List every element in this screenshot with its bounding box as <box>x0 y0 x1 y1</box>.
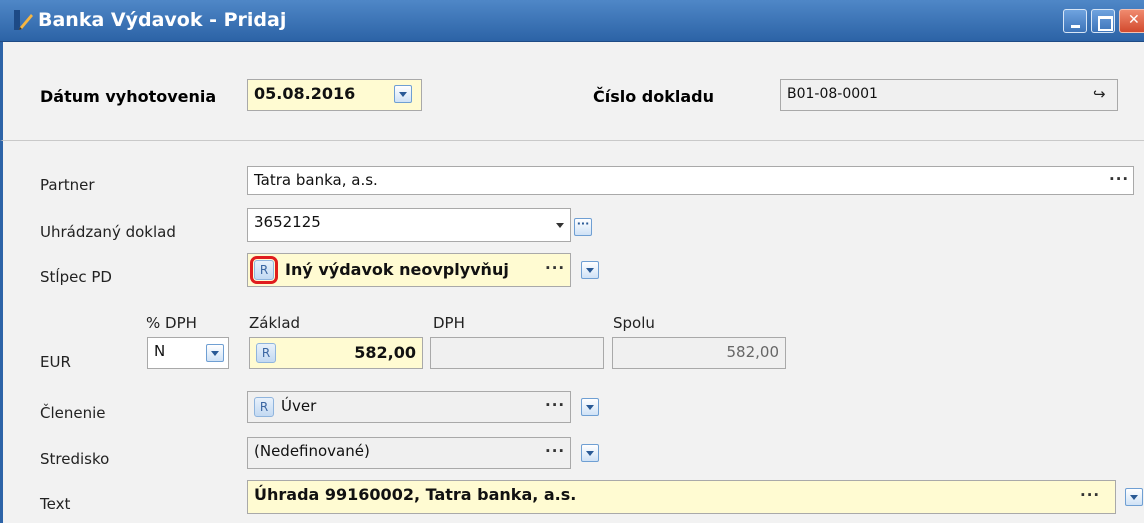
paid-doc-browse-button[interactable]: ··· <box>574 218 592 236</box>
ellipsis-icon[interactable]: ··· <box>545 259 565 277</box>
center-label: Stredisko <box>40 450 110 468</box>
header-panel: Dátum vyhotovenia 05.08.2016 Číslo dokla… <box>0 42 1144 141</box>
pd-column-dropdown-icon[interactable] <box>581 261 599 279</box>
vat-pct-label: % DPH <box>146 314 197 332</box>
division-dropdown-icon[interactable] <box>581 398 599 416</box>
text-dropdown-icon[interactable] <box>1125 488 1143 506</box>
division-field[interactable]: R Úver ··· <box>247 391 571 423</box>
minimize-icon[interactable] <box>1063 9 1087 33</box>
text-label: Text <box>40 495 71 513</box>
vat-label: DPH <box>433 314 465 332</box>
title-bar: Banka Výdavok - Pridaj <box>0 0 1144 42</box>
ellipsis-icon[interactable]: ··· <box>545 442 565 460</box>
division-label: Členenie <box>40 404 106 422</box>
base-field[interactable]: R 582,00 <box>249 337 423 369</box>
paid-doc-field[interactable]: 3652125 <box>247 208 571 242</box>
form-area: Partner Tatra banka, a.s. ··· Uhrádzaný … <box>0 141 1144 523</box>
date-label: Dátum vyhotovenia <box>40 87 217 106</box>
base-label: Základ <box>249 314 301 332</box>
vat-field[interactable] <box>430 337 604 369</box>
center-dropdown-icon[interactable] <box>581 444 599 462</box>
currency-label: EUR <box>40 353 71 371</box>
pd-column-r-button[interactable]: R <box>250 256 278 284</box>
date-field[interactable]: 05.08.2016 <box>247 79 422 111</box>
center-field[interactable]: (Nedefinované) ··· <box>247 437 571 469</box>
total-label: Spolu <box>613 314 655 332</box>
partner-field[interactable]: Tatra banka, a.s. ··· <box>247 166 1134 195</box>
pencil-icon <box>14 10 33 30</box>
doc-number-label: Číslo dokladu <box>593 87 715 106</box>
pd-column-label: Stĺpec PD <box>40 268 112 286</box>
dropdown-arrow-icon[interactable] <box>556 223 564 228</box>
ellipsis-icon[interactable]: ··· <box>1109 170 1129 188</box>
division-r-button[interactable]: R <box>254 397 274 417</box>
close-icon[interactable] <box>1119 9 1144 33</box>
date-dropdown-icon[interactable] <box>394 85 412 103</box>
ellipsis-icon[interactable]: ··· <box>1080 486 1100 504</box>
total-field[interactable]: 582,00 <box>612 337 786 369</box>
vat-pct-dropdown-icon[interactable] <box>206 344 224 362</box>
ellipsis-icon[interactable]: ··· <box>545 396 565 414</box>
base-r-button[interactable]: R <box>256 343 276 363</box>
paid-doc-label: Uhrádzaný doklad <box>40 223 176 241</box>
window-title: Banka Výdavok - Pridaj <box>38 9 287 31</box>
maximize-icon[interactable] <box>1091 9 1115 33</box>
refresh-icon[interactable]: ↪ <box>1093 85 1106 103</box>
text-field[interactable]: Úhrada 99160002, Tatra banka, a.s. ··· <box>247 480 1116 514</box>
partner-label: Partner <box>40 176 95 194</box>
vat-pct-select[interactable]: N <box>147 337 229 369</box>
pd-column-field[interactable]: R Iný výdavok neovplyvňuj ··· <box>247 253 571 287</box>
doc-number-field[interactable]: B01-08-0001 ↪ <box>780 79 1118 111</box>
